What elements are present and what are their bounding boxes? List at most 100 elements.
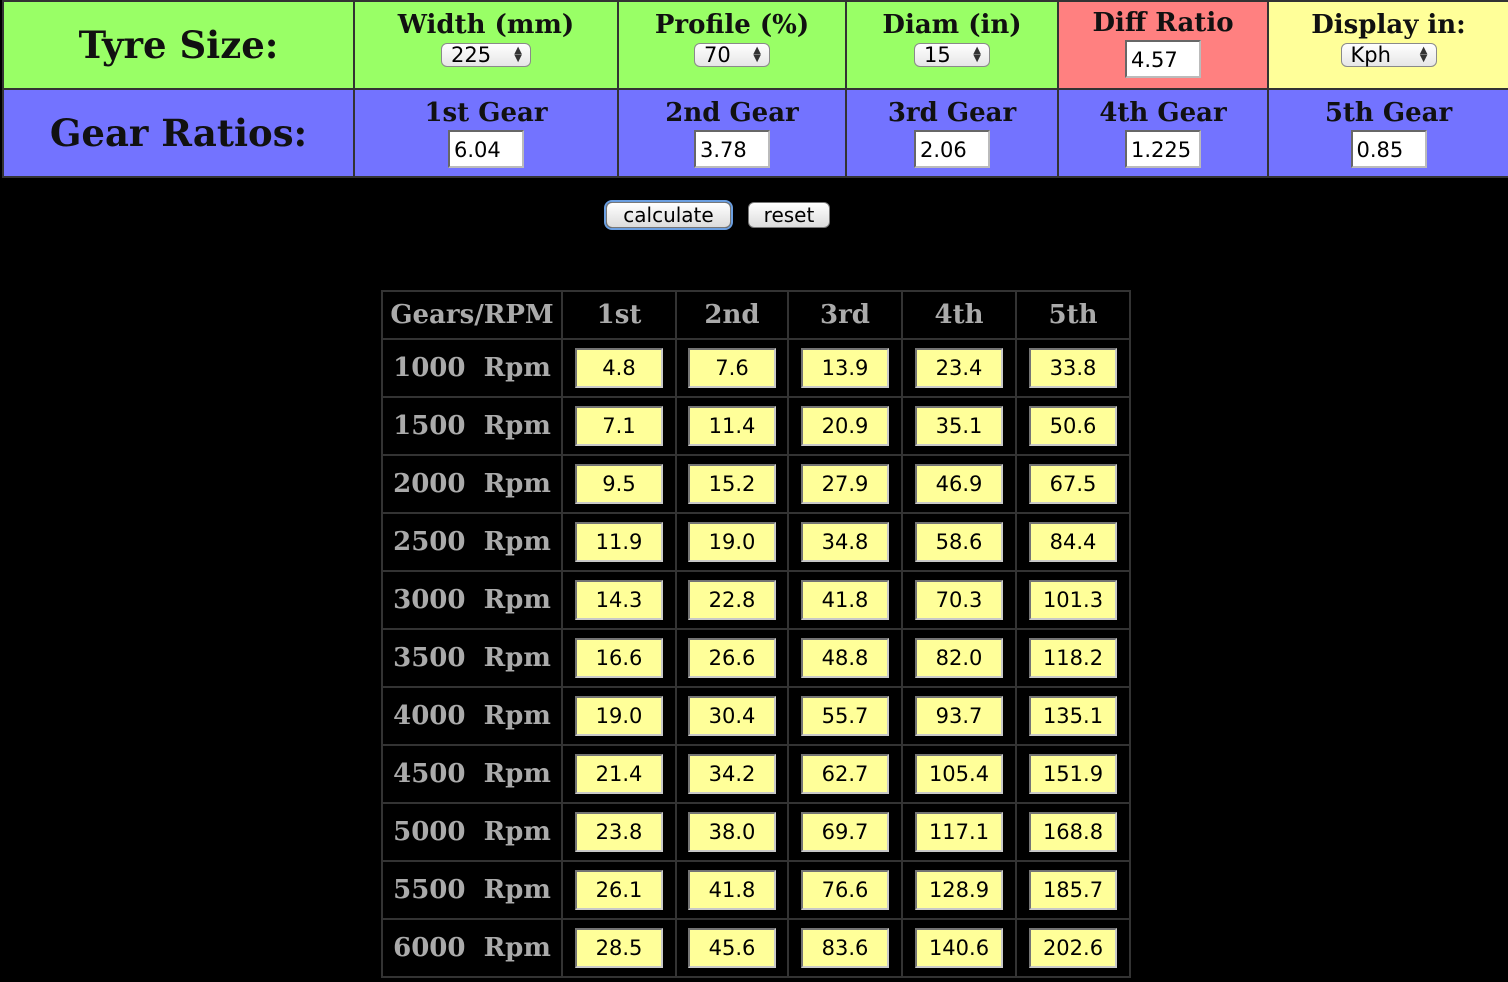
rpm-label: 6000 Rpm [381,918,563,978]
speed-output-field[interactable]: 11.9 [575,522,663,562]
speed-output-field[interactable]: 16.6 [575,638,663,678]
diff-ratio-input[interactable]: 4.57 [1125,40,1201,78]
speed-output-field[interactable]: 58.6 [915,522,1003,562]
speed-output-field[interactable]: 41.8 [688,870,776,910]
gear-4-input[interactable]: 1.225 [1125,130,1201,168]
speed-cell: 11.4 [675,396,789,456]
speed-output-field[interactable]: 67.5 [1029,464,1117,504]
header-2nd: 2nd [675,290,789,340]
speed-output-field[interactable]: 11.4 [688,406,776,446]
speed-cell: 11.9 [561,512,677,572]
table-row: 6000 Rpm 28.5 45.6 83.6 140.6 202.6 [381,918,1131,978]
speed-output-field[interactable]: 35.1 [915,406,1003,446]
speed-output-field[interactable]: 83.6 [801,928,889,968]
speed-output-field[interactable]: 140.6 [915,928,1003,968]
speed-cell: 14.3 [561,570,677,630]
reset-button[interactable]: reset [748,202,830,228]
rpm-label: 1000 Rpm [381,338,563,398]
speed-output-field[interactable]: 22.8 [688,580,776,620]
speed-output-field[interactable]: 19.0 [575,696,663,736]
speed-cell: 117.1 [901,802,1017,862]
speed-output-field[interactable]: 185.7 [1029,870,1117,910]
speed-output-field[interactable]: 30.4 [688,696,776,736]
speed-output-field[interactable]: 62.7 [801,754,889,794]
diam-value: 15 [924,43,951,67]
rpm-label: 5000 Rpm [381,802,563,862]
speed-output-field[interactable]: 105.4 [915,754,1003,794]
speed-output-field[interactable]: 48.8 [801,638,889,678]
speed-cell: 28.5 [561,918,677,978]
header-4th: 4th [901,290,1017,340]
speed-output-field[interactable]: 50.6 [1029,406,1117,446]
speed-output-field[interactable]: 23.4 [915,348,1003,388]
speed-output-field[interactable]: 28.5 [575,928,663,968]
speed-cell: 45.6 [675,918,789,978]
diff-ratio-label: Diff Ratio [1092,8,1234,38]
table-row: 5500 Rpm 26.1 41.8 76.6 128.9 185.7 [381,860,1131,920]
results-header-row: Gears/RPM 1st 2nd 3rd 4th 5th [381,290,1131,340]
speed-cell: 140.6 [901,918,1017,978]
speed-output-field[interactable]: 168.8 [1029,812,1117,852]
display-cell: Display in: Kph ▲ ▼ [1267,0,1508,90]
speed-output-field[interactable]: 46.9 [915,464,1003,504]
diam-select[interactable]: 15 ▲ ▼ [914,43,990,67]
speed-cell: 27.9 [787,454,903,514]
speed-cell: 15.2 [675,454,789,514]
rpm-label: 3500 Rpm [381,628,563,688]
speed-output-field[interactable]: 151.9 [1029,754,1117,794]
speed-output-field[interactable]: 27.9 [801,464,889,504]
speed-output-field[interactable]: 84.4 [1029,522,1117,562]
speed-output-field[interactable]: 93.7 [915,696,1003,736]
speed-output-field[interactable]: 82.0 [915,638,1003,678]
speed-output-field[interactable]: 20.9 [801,406,889,446]
display-unit-select[interactable]: Kph ▲ ▼ [1340,43,1437,67]
speed-output-field[interactable]: 34.2 [688,754,776,794]
speed-output-field[interactable]: 101.3 [1029,580,1117,620]
speed-output-field[interactable]: 26.1 [575,870,663,910]
speed-output-field[interactable]: 14.3 [575,580,663,620]
speed-output-field[interactable]: 38.0 [688,812,776,852]
speed-output-field[interactable]: 128.9 [915,870,1003,910]
settings-table: Tyre Size: Width (mm) 225 ▲ ▼ Profile (%)… [2,0,1508,178]
speed-cell: 83.6 [787,918,903,978]
speed-output-field[interactable]: 41.8 [801,580,889,620]
gear-1-input[interactable]: 6.04 [448,130,524,168]
speed-output-field[interactable]: 76.6 [801,870,889,910]
display-unit-value: Kph [1350,43,1391,67]
gear-ratios-row-label: Gear Ratios: [2,88,355,178]
speed-output-field[interactable]: 135.1 [1029,696,1117,736]
table-row: 1000 Rpm 4.8 7.6 13.9 23.4 33.8 [381,338,1131,398]
speed-output-field[interactable]: 117.1 [915,812,1003,852]
speed-output-field[interactable]: 45.6 [688,928,776,968]
speed-output-field[interactable]: 202.6 [1029,928,1117,968]
speed-cell: 13.9 [787,338,903,398]
table-row: 4500 Rpm 21.4 34.2 62.7 105.4 151.9 [381,744,1131,804]
speed-output-field[interactable]: 55.7 [801,696,889,736]
gear-5-input[interactable]: 0.85 [1350,130,1427,168]
up-down-arrows-icon: ▲ ▼ [1419,45,1428,64]
speed-output-field[interactable]: 21.4 [575,754,663,794]
speed-output-field[interactable]: 4.8 [575,348,663,388]
header-5th: 5th [1015,290,1131,340]
speed-output-field[interactable]: 7.1 [575,406,663,446]
speed-cell: 168.8 [1015,802,1131,862]
speed-output-field[interactable]: 26.6 [688,638,776,678]
width-select[interactable]: 225 ▲ ▼ [441,43,531,67]
speed-cell: 48.8 [787,628,903,688]
speed-output-field[interactable]: 118.2 [1029,638,1117,678]
speed-output-field[interactable]: 13.9 [801,348,889,388]
rpm-label: 3000 Rpm [381,570,563,630]
speed-output-field[interactable]: 9.5 [575,464,663,504]
speed-output-field[interactable]: 7.6 [688,348,776,388]
speed-output-field[interactable]: 70.3 [915,580,1003,620]
speed-output-field[interactable]: 19.0 [688,522,776,562]
speed-output-field[interactable]: 69.7 [801,812,889,852]
speed-output-field[interactable]: 23.8 [575,812,663,852]
calculate-button[interactable]: calculate [606,202,731,228]
speed-output-field[interactable]: 33.8 [1029,348,1117,388]
gear-2-input[interactable]: 3.78 [694,130,770,168]
profile-select[interactable]: 70 ▲ ▼ [694,43,770,67]
speed-output-field[interactable]: 15.2 [688,464,776,504]
speed-output-field[interactable]: 34.8 [801,522,889,562]
gear-3-input[interactable]: 2.06 [914,130,990,168]
